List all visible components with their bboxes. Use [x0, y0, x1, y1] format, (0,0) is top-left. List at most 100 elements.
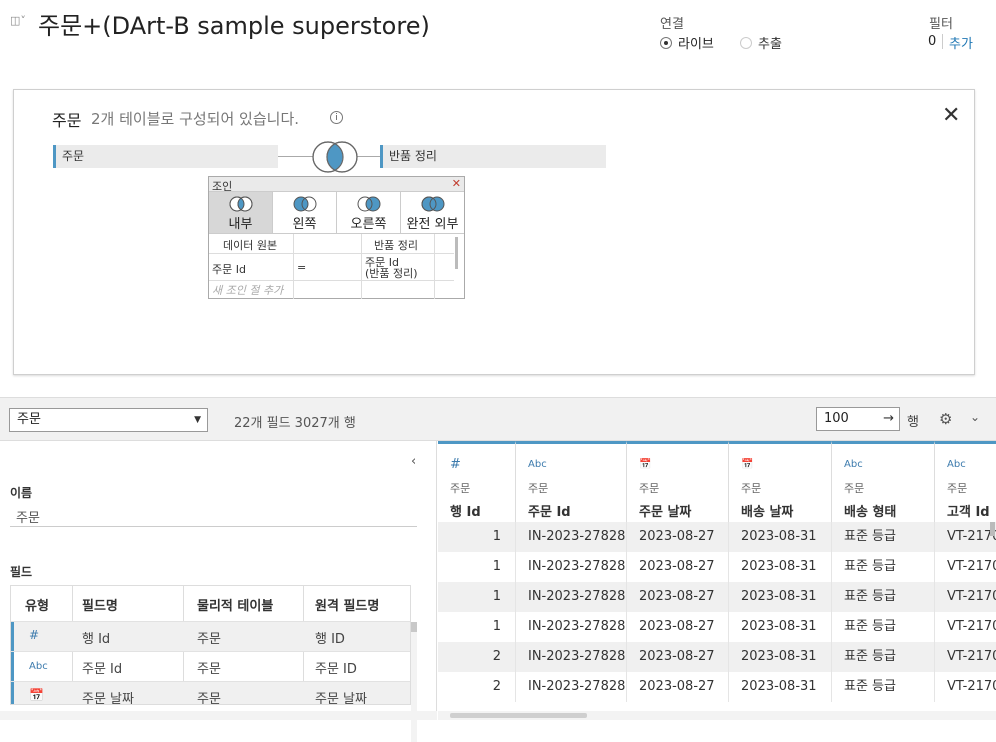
grid-vertical-scrollbar[interactable]	[990, 522, 995, 536]
chevron-down-icon[interactable]: ⌄	[970, 410, 980, 424]
grid-cell[interactable]: 2023-08-27	[627, 552, 729, 582]
canvas-subtitle: 2개 테이블로 구성되어 있습니다.	[91, 110, 300, 128]
grid-column: # 주문 행 Id 1 1 1 1 2 2	[438, 441, 516, 711]
grid-cell[interactable]: 표준 등급	[832, 612, 935, 642]
grid-cell[interactable]: IN-2023-27828	[516, 612, 627, 642]
grid-cell[interactable]: 표준 등급	[832, 642, 935, 672]
number-type-icon[interactable]: #	[450, 457, 461, 472]
live-radio[interactable]: 라이브	[660, 33, 714, 52]
grid-cell[interactable]: 2023-08-27	[627, 672, 729, 702]
grid-cell[interactable]: 1	[438, 552, 516, 582]
fields-label: 필드	[10, 565, 33, 579]
grid-cell[interactable]: 2023-08-31	[729, 672, 832, 702]
grid-cell[interactable]: 1	[438, 612, 516, 642]
field-row[interactable]: 📅 주문 날짜 주문 주문 날짜	[11, 681, 410, 705]
grid-cell[interactable]: VT-2170	[935, 522, 996, 552]
name-field[interactable]: 주문	[16, 507, 40, 526]
grid-cell[interactable]: IN-2023-27828	[516, 642, 627, 672]
grid-cell[interactable]: 2023-08-27	[627, 642, 729, 672]
grid-column-table: 주문	[947, 482, 968, 495]
join-type-label: 완전 외부	[406, 217, 459, 232]
grid-cell[interactable]: 표준 등급	[832, 522, 935, 552]
grid-cell[interactable]: 2023-08-27	[627, 522, 729, 552]
grid-cell[interactable]: VT-2170	[935, 582, 996, 612]
fields-header-type: 유형	[25, 599, 49, 614]
table-select-value: 주문	[17, 412, 41, 427]
calendar-type-icon[interactable]: 📅	[29, 688, 44, 702]
field-remote: 주문 날짜	[315, 692, 367, 705]
grid-column-header[interactable]: 📅 주문 배송 날짜	[729, 441, 832, 522]
grid-cell[interactable]: IN-2023-27828	[516, 552, 627, 582]
datasource-icon[interactable]: ◫˅	[10, 14, 26, 27]
table-pill-right[interactable]: 반품 정리	[380, 145, 606, 168]
grid-cell[interactable]: IN-2023-27828	[516, 582, 627, 612]
join-type-right[interactable]: 오른쪽	[337, 192, 401, 233]
grid-cell[interactable]: IN-2023-27828	[516, 522, 627, 552]
grid-cell[interactable]: 표준 등급	[832, 582, 935, 612]
fields-scrollbar[interactable]	[411, 622, 417, 742]
close-icon[interactable]: ✕	[942, 103, 960, 128]
table-pill-left[interactable]: 주문	[53, 145, 278, 168]
grid-cell[interactable]: 1	[438, 522, 516, 552]
metadata-horizontal-scrollbar[interactable]	[0, 711, 437, 720]
grid-cell[interactable]: 2023-08-27	[627, 582, 729, 612]
grid-column-name: 고객 Id	[947, 505, 990, 520]
string-type-icon[interactable]: Abc	[844, 459, 863, 470]
number-type-icon[interactable]: #	[29, 628, 39, 642]
join-type-left[interactable]: 왼쪽	[273, 192, 337, 233]
grid-column-header[interactable]: Abc 주문 배송 형태	[832, 441, 935, 522]
grid-column-header[interactable]: # 주문 행 Id	[438, 441, 516, 522]
inner-join-icon	[229, 196, 252, 212]
grid-cell[interactable]: 2	[438, 672, 516, 702]
string-type-icon[interactable]: Abc	[29, 661, 48, 672]
info-icon[interactable]: i	[330, 111, 343, 124]
string-type-icon[interactable]: Abc	[528, 459, 547, 470]
add-filter-link[interactable]: 추가	[949, 33, 973, 52]
grid-cell[interactable]: 2023-08-31	[729, 642, 832, 672]
rows-input[interactable]: 100 →	[816, 407, 900, 431]
grid-cell[interactable]: VT-2170	[935, 612, 996, 642]
join-type-inner[interactable]: 내부	[209, 192, 273, 233]
grid-cell[interactable]: 2	[438, 642, 516, 672]
inner-join-venn-icon[interactable]	[310, 140, 360, 174]
grid-cell[interactable]: IN-2023-27828	[516, 672, 627, 702]
grid-cell[interactable]: VT-2170	[935, 552, 996, 582]
grid-cell[interactable]: VT-2170	[935, 672, 996, 702]
datasource-title[interactable]: 주문+(DArt-B sample superstore)	[38, 6, 430, 41]
gear-icon[interactable]: ⚙	[939, 410, 952, 428]
join-clause-left-field[interactable]: 주문 Id	[212, 261, 246, 277]
grid-cell[interactable]: 2023-08-27	[627, 612, 729, 642]
grid-column: Abc 주문 고객 Id VT-2170 VT-2170 VT-2170 VT-…	[935, 441, 996, 711]
grid-cell[interactable]: 표준 등급	[832, 672, 935, 702]
grid-cell[interactable]: 2023-08-31	[729, 612, 832, 642]
calendar-type-icon[interactable]: 📅	[639, 459, 651, 470]
new-join-clause[interactable]: 새 조인 절 추가	[212, 282, 283, 298]
fields-header-table: 물리적 테이블	[197, 599, 274, 614]
grid-horizontal-scrollbar-thumb[interactable]	[450, 713, 587, 718]
table-select[interactable]: 주문 ▼	[9, 408, 208, 432]
fields-scrollbar-thumb[interactable]	[411, 622, 417, 632]
grid-column-header[interactable]: 📅 주문 주문 날짜	[627, 441, 729, 522]
grid-cell[interactable]: 2023-08-31	[729, 522, 832, 552]
string-type-icon[interactable]: Abc	[947, 459, 966, 470]
grid-column-header[interactable]: Abc 주문 주문 Id	[516, 441, 627, 522]
extract-radio[interactable]: 추출	[740, 33, 782, 52]
grid-column-header[interactable]: Abc 주문 고객 Id	[935, 441, 996, 522]
chevron-left-icon[interactable]: ‹	[411, 454, 416, 469]
grid-cell[interactable]: 1	[438, 582, 516, 612]
grid-cell[interactable]: 표준 등급	[832, 552, 935, 582]
calendar-type-icon[interactable]: 📅	[741, 459, 753, 470]
join-type-full-outer[interactable]: 완전 외부	[401, 192, 464, 233]
close-icon[interactable]: ✕	[452, 177, 461, 190]
grid-column-table: 주문	[450, 482, 471, 495]
join-clause-operator[interactable]: =	[297, 261, 306, 274]
grid-cell[interactable]: VT-2170	[935, 642, 996, 672]
grid-cell[interactable]: 2023-08-31	[729, 552, 832, 582]
arrow-right-icon[interactable]: →	[883, 408, 894, 430]
fields-header-remote: 원격 필드명	[315, 599, 380, 614]
field-row[interactable]: # 행 Id 주문 행 ID	[11, 621, 410, 652]
grid-cell[interactable]: 2023-08-31	[729, 582, 832, 612]
join-grid-scrollbar[interactable]	[455, 237, 458, 269]
grid-horizontal-scrollbar[interactable]	[438, 711, 996, 720]
field-row[interactable]: Abc 주문 Id 주문 주문 ID	[11, 651, 410, 682]
